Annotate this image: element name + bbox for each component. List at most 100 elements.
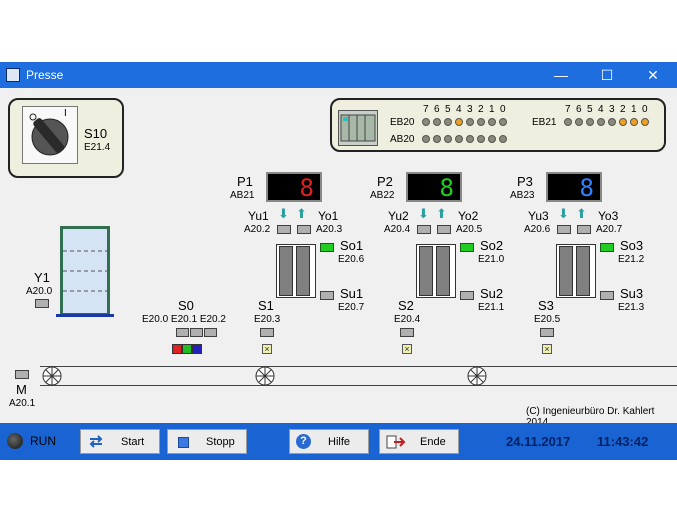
bottom-sensor-label: Su2 [480,286,504,301]
status-led [422,135,430,143]
y1-address: A20.0 [26,286,53,297]
valve-up-label: Yo3 [598,209,619,223]
top-sensor-address: E20.6 [338,254,365,265]
motor-output-button[interactable] [15,370,29,379]
position-sensor-button[interactable] [400,328,414,337]
valve-down-label: Yu2 [388,209,409,223]
maximize-button[interactable]: ☐ [584,62,630,88]
top-sensor-label: So1 [340,238,364,253]
rotary-switch[interactable] [22,106,78,164]
status-led [466,118,474,126]
top-sensor[interactable] [600,243,614,252]
bit-number: 4 [456,104,462,115]
top-sensor[interactable] [460,243,474,252]
valve-up-button[interactable] [437,225,451,234]
position-sensor-label: S3 [538,298,554,313]
eb20-label: EB20 [390,117,415,128]
pressure-display: 8 [546,172,602,202]
plc-panel [330,98,666,152]
cylinder-piston [296,246,310,296]
stop-button[interactable]: Stopp [167,429,247,454]
cylinder-piston [436,246,450,296]
valve-down-button[interactable] [417,225,431,234]
end-label: Ende [420,436,446,448]
bit-number: 3 [467,104,473,115]
valve-down-button[interactable] [277,225,291,234]
valve-up-address: A20.3 [316,224,343,235]
arrow-up-icon: ⬆ [436,206,447,221]
valve-down-button[interactable] [557,225,571,234]
arrow-down-icon: ⬇ [278,206,289,221]
status-led [455,118,463,126]
status-led [608,118,616,126]
help-button[interactable]: ? Hilfe [289,429,369,454]
start-label: Start [121,436,145,448]
exit-icon [386,434,406,453]
s0-address: E20.0 E20.1 E20.2 [142,314,226,325]
status-led [444,118,452,126]
position-sensor-label: S1 [258,298,274,313]
tank-base [56,314,114,317]
bottom-sensor[interactable] [460,291,474,300]
s0-input-1[interactable] [190,328,203,337]
minimize-button[interactable]: — [538,62,584,88]
status-led [641,118,649,126]
bit-number: 3 [609,104,615,115]
eb21-label: EB21 [532,117,557,128]
start-button[interactable]: Start [80,429,160,454]
status-led [499,135,507,143]
valve-down-address: A20.4 [384,224,411,235]
status-led [630,118,638,126]
top-sensor[interactable] [320,243,334,252]
s0-input-2[interactable] [204,328,217,337]
window-title: Presse [26,68,64,82]
position-sensor-label: S2 [398,298,414,313]
conveyor-belt [40,366,677,386]
bit-number: 4 [598,104,604,115]
top-sensor-label: So2 [480,238,504,253]
pressure-label: P2 [377,174,393,189]
pressure-address: AB21 [230,190,255,201]
conveyor-roller-icon [466,365,488,390]
position-indicator-icon: × [542,344,552,354]
bottom-sensor-address: E21.3 [618,302,645,313]
arrow-up-icon: ⬆ [296,206,307,221]
bottom-sensor[interactable] [320,291,334,300]
valve-up-button[interactable] [297,225,311,234]
cylinder-wall [419,246,433,296]
valve-up-label: Yo2 [458,209,479,223]
bottom-sensor[interactable] [600,291,614,300]
position-indicator-icon: × [262,344,272,354]
valve-down-label: Yu3 [528,209,549,223]
bit-number: 1 [631,104,637,115]
bit-number: 2 [478,104,484,115]
cylinder-wall [559,246,573,296]
position-sensor-button[interactable] [540,328,554,337]
status-led [586,118,594,126]
close-button[interactable]: ✕ [630,62,676,88]
stop-label: Stopp [206,436,235,448]
position-sensor-address: E20.4 [394,314,421,325]
end-button[interactable]: Ende [379,429,459,454]
y1-output-button[interactable] [35,299,49,308]
status-led [488,135,496,143]
switch-address: E21.4 [84,142,111,153]
motor-address: A20.1 [9,398,36,409]
bit-number: 0 [500,104,506,115]
bottom-sensor-address: E20.7 [338,302,365,313]
bit-number: 5 [587,104,593,115]
bit-number: 6 [576,104,582,115]
status-led [575,118,583,126]
valve-up-button[interactable] [577,225,591,234]
conveyor-roller-icon [254,365,276,390]
motor-name: M [16,382,27,397]
pressure-label: P1 [237,174,253,189]
run-status: RUN [30,434,56,448]
top-sensor-label: So3 [620,238,644,253]
bottom-sensor-address: E21.1 [478,302,505,313]
position-sensor-address: E20.5 [534,314,561,325]
s0-input-0[interactable] [176,328,189,337]
position-sensor-button[interactable] [260,328,274,337]
rotary-knob-icon [29,113,69,156]
valve-down-address: A20.2 [244,224,271,235]
